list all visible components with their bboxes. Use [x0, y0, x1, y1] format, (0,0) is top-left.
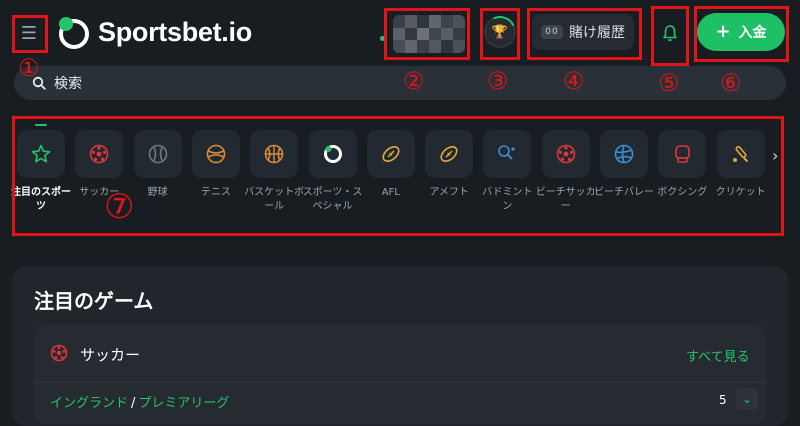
annotation-number-4: ④	[563, 68, 585, 95]
search-placeholder: 検索	[54, 76, 82, 92]
league-separator: /	[131, 396, 136, 411]
annotation-box-3	[480, 8, 520, 60]
featured-games-title: 注目のゲーム	[34, 289, 154, 313]
sportsbet-logo[interactable]: Sportsbet.io	[56, 12, 268, 52]
logo-ring-icon	[59, 17, 89, 49]
annotation-box-4	[527, 8, 642, 60]
divider	[34, 382, 766, 383]
annotation-box-5	[651, 6, 689, 66]
chevron-down-icon: ⌄	[741, 392, 753, 406]
annotation-number-3: ③	[487, 68, 509, 95]
annotation-box-2	[384, 8, 470, 60]
annotation-number-7: ⑦	[104, 188, 135, 226]
annotation-number-1: ①	[18, 55, 40, 82]
league-country[interactable]: イングランド	[50, 396, 128, 411]
annotation-number-2: ②	[403, 68, 425, 95]
brand-name: Sportsbet.io	[98, 16, 252, 47]
annotation-number-6: ⑥	[720, 70, 742, 97]
annotation-number-5: ⑤	[658, 70, 680, 97]
soccer-ball-icon	[50, 344, 68, 362]
match-count: 5	[719, 393, 727, 407]
featured-sport-label: サッカー	[80, 346, 141, 364]
see-all-link[interactable]: すべて見る	[686, 346, 750, 365]
league-name[interactable]: プレミアリーグ	[138, 396, 229, 411]
annotation-box-6	[694, 6, 789, 62]
league-expand-button[interactable]: ⌄	[736, 388, 758, 410]
annotation-box-1	[12, 15, 48, 53]
league-breadcrumb[interactable]: イングランド / プレミアリーグ	[50, 392, 229, 411]
